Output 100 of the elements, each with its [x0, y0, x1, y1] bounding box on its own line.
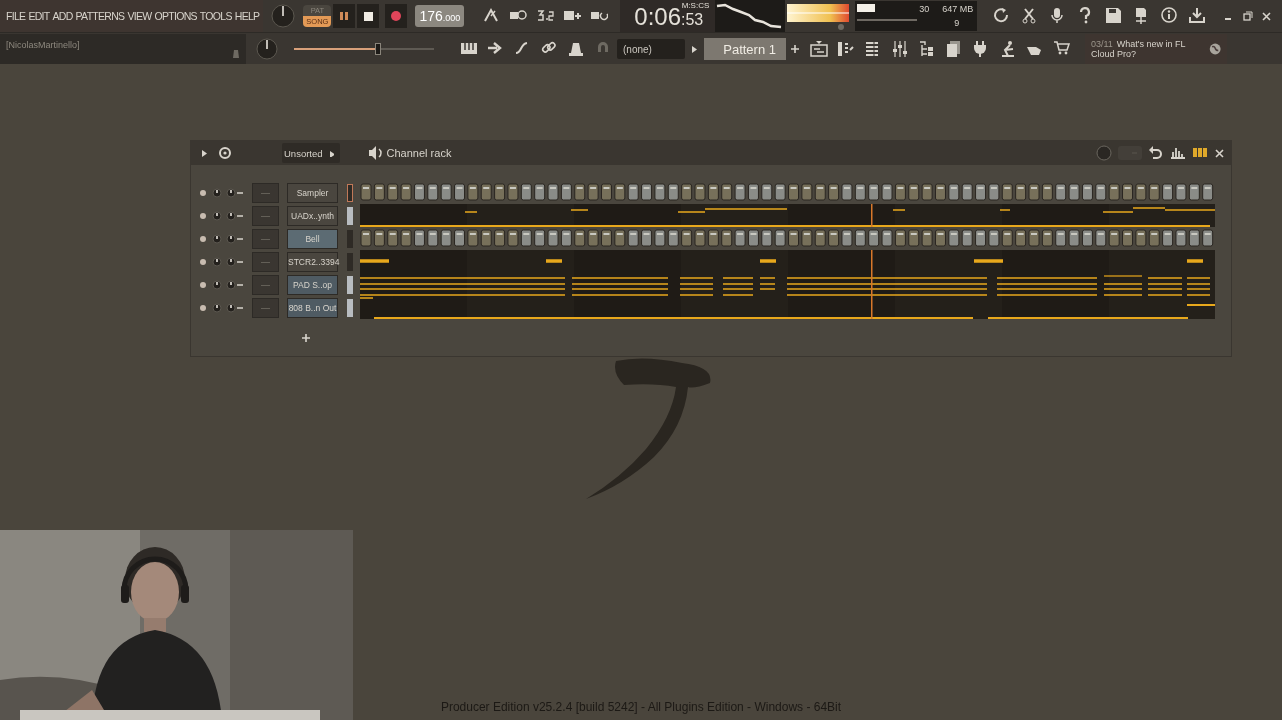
slider-thumb[interactable]: [375, 43, 381, 55]
step-button[interactable]: [507, 229, 519, 247]
step-button[interactable]: [601, 229, 612, 247]
menu-item[interactable]: PATTERNS: [75, 10, 125, 22]
step-button[interactable]: [413, 229, 425, 247]
step-button[interactable]: [387, 229, 399, 247]
step-button[interactable]: [667, 229, 679, 247]
channel-name-button[interactable]: UADx..ynth: [287, 205, 338, 226]
step-button[interactable]: [601, 183, 612, 201]
menu-item[interactable]: EDIT: [28, 10, 50, 22]
pan-knob[interactable]: [212, 256, 222, 267]
step-button[interactable]: [975, 183, 987, 201]
step-button[interactable]: [761, 229, 773, 247]
step-button[interactable]: [467, 229, 479, 247]
step-button[interactable]: [587, 183, 599, 201]
step-button[interactable]: [1122, 183, 1133, 201]
step-button[interactable]: [534, 229, 546, 247]
step-button[interactable]: [1015, 229, 1027, 247]
pan-knob[interactable]: [212, 279, 222, 290]
knob-icon[interactable]: [568, 40, 586, 58]
pattern-selector[interactable]: Pattern 1: [704, 38, 786, 60]
step-button[interactable]: [854, 229, 866, 247]
step-button[interactable]: [480, 229, 492, 247]
mute-led[interactable]: [200, 235, 206, 242]
step-button[interactable]: [908, 183, 920, 201]
step-button[interactable]: [868, 229, 880, 247]
step-button[interactable]: [721, 183, 733, 201]
info-icon[interactable]: [1161, 7, 1180, 25]
step-button[interactable]: [494, 183, 506, 201]
step-button[interactable]: [881, 229, 893, 247]
volume-knob[interactable]: [226, 187, 236, 198]
play-pause-button[interactable]: [333, 4, 356, 28]
step-button[interactable]: [627, 229, 639, 247]
plus-icon[interactable]: [790, 44, 800, 54]
step-button[interactable]: [1162, 229, 1174, 247]
volume-knob[interactable]: [226, 279, 236, 290]
step-button[interactable]: [1055, 183, 1067, 201]
step-button[interactable]: [627, 183, 639, 201]
play-arrow-icon[interactable]: [691, 44, 698, 54]
step-button[interactable]: [908, 229, 920, 247]
step-button[interactable]: [373, 229, 385, 247]
step-button[interactable]: [801, 183, 813, 201]
step-button[interactable]: [520, 183, 532, 201]
step-button[interactable]: [988, 183, 1000, 201]
step-button[interactable]: [1108, 229, 1120, 247]
mute-led[interactable]: [200, 212, 206, 219]
step-button[interactable]: [641, 229, 653, 247]
step-button[interactable]: [707, 183, 719, 201]
close-icon[interactable]: [1261, 10, 1272, 22]
step-button[interactable]: [854, 183, 866, 201]
save-icon[interactable]: [1105, 7, 1124, 25]
restore-icon[interactable]: [1242, 10, 1253, 22]
record-button[interactable]: [385, 4, 408, 28]
master-slider[interactable]: [294, 43, 434, 55]
play-arrow-icon[interactable]: [201, 148, 208, 158]
step-button[interactable]: [801, 229, 813, 247]
volume-knob[interactable]: [226, 302, 236, 313]
step-button[interactable]: [828, 183, 840, 201]
playlist-icon[interactable]: [810, 40, 828, 58]
step-button[interactable]: [507, 183, 519, 201]
step-button[interactable]: [654, 183, 666, 201]
step-button[interactable]: [707, 229, 719, 247]
pitch-knob[interactable]: [256, 38, 278, 60]
step-button[interactable]: [547, 183, 559, 201]
step-button[interactable]: [400, 229, 412, 247]
step-button[interactable]: [868, 183, 880, 201]
menu-item[interactable]: FILE: [6, 10, 26, 22]
step-button[interactable]: [988, 229, 1000, 247]
step-button[interactable]: [1175, 229, 1187, 247]
step-button[interactable]: [440, 229, 452, 247]
add-channel-icon[interactable]: [301, 333, 311, 343]
step-button[interactable]: [413, 183, 425, 201]
step-button[interactable]: [681, 229, 693, 247]
step-button[interactable]: [761, 183, 773, 201]
step-button[interactable]: [774, 183, 786, 201]
step-button[interactable]: [814, 183, 826, 201]
step-button[interactable]: [1055, 229, 1067, 247]
step-button[interactable]: [814, 229, 826, 247]
step-button[interactable]: [440, 183, 452, 201]
step-button[interactable]: [1001, 183, 1013, 201]
step-button[interactable]: [841, 229, 853, 247]
step-button[interactable]: [788, 229, 799, 247]
undo-icon[interactable]: [1148, 145, 1164, 161]
menu-item[interactable]: HELP: [234, 10, 260, 22]
step-button[interactable]: [894, 229, 906, 247]
speaker-icon[interactable]: [367, 145, 383, 161]
step-button[interactable]: [667, 183, 679, 201]
step-button[interactable]: [1148, 229, 1160, 247]
step-button[interactable]: [894, 183, 906, 201]
step-button[interactable]: [694, 229, 706, 247]
channel-name-button[interactable]: PAD S..op: [287, 274, 338, 295]
main-volume-knob[interactable]: [271, 4, 296, 28]
step-button[interactable]: [1122, 229, 1133, 247]
step-button[interactable]: [1188, 229, 1200, 247]
step-button[interactable]: [921, 183, 933, 201]
step-button[interactable]: [480, 183, 492, 201]
channel-name-button[interactable]: 808 B..n Out: [287, 297, 338, 318]
channel-select-indicator[interactable]: [347, 298, 353, 317]
step-button[interactable]: [747, 229, 759, 247]
step-button[interactable]: [494, 229, 506, 247]
